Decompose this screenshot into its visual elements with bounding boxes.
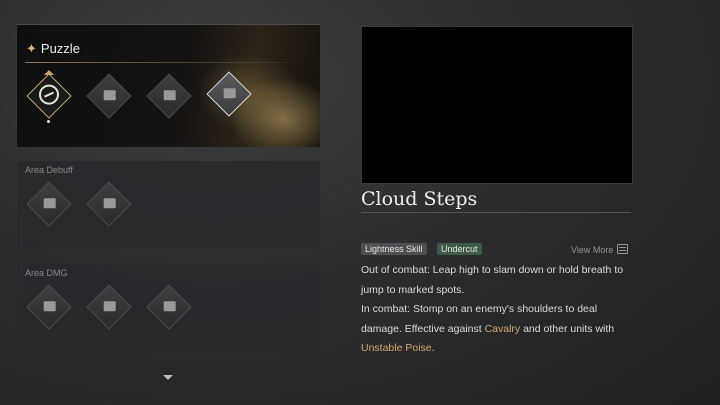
category-label: Area Debuff — [25, 165, 73, 175]
skill-slot-icon — [43, 198, 56, 209]
header-divider — [25, 62, 290, 63]
view-more-icon[interactable] — [617, 244, 628, 254]
skill-title: Cloud Steps — [361, 188, 478, 210]
keyword-cavalry[interactable]: Cavalry — [485, 323, 521, 335]
puzzle-category-header: ✦ Puzzle — [26, 41, 80, 57]
description-in-combat: In combat: Stomp on an enemy's shoulders… — [361, 300, 633, 359]
description-text: . — [431, 342, 435, 354]
puzzle-category-title: Puzzle — [40, 41, 80, 56]
keyword-unstable-poise[interactable]: Unstable Poise — [361, 342, 432, 354]
title-divider — [361, 212, 631, 213]
skill-slot-icon — [103, 90, 116, 101]
skill-slot-icon — [103, 301, 116, 312]
skill-description: Out of combat: Leap high to slam down or… — [361, 261, 633, 359]
leap-skill-icon — [39, 84, 59, 105]
skill-slot-icon — [163, 90, 176, 101]
scroll-down-arrow-icon[interactable] — [163, 375, 173, 380]
current-indicator-dot — [47, 120, 50, 123]
description-out-of-combat: Out of combat: Leap high to slam down or… — [361, 264, 624, 296]
skill-slot-icon — [223, 88, 236, 99]
skill-slot-icon — [43, 301, 56, 312]
skill-type-tag: Lightness Skill — [361, 243, 427, 255]
category-label: Area DMG — [25, 268, 68, 278]
description-text: and other units with — [520, 322, 615, 335]
skill-slot-icon — [103, 198, 116, 209]
skill-subtype-tag: Undercut — [437, 243, 482, 255]
skill-slot-icon — [163, 301, 176, 312]
view-more-link[interactable]: View More — [571, 245, 613, 255]
skill-preview-video — [361, 26, 633, 184]
sparkle-icon: ✦ — [26, 41, 37, 56]
